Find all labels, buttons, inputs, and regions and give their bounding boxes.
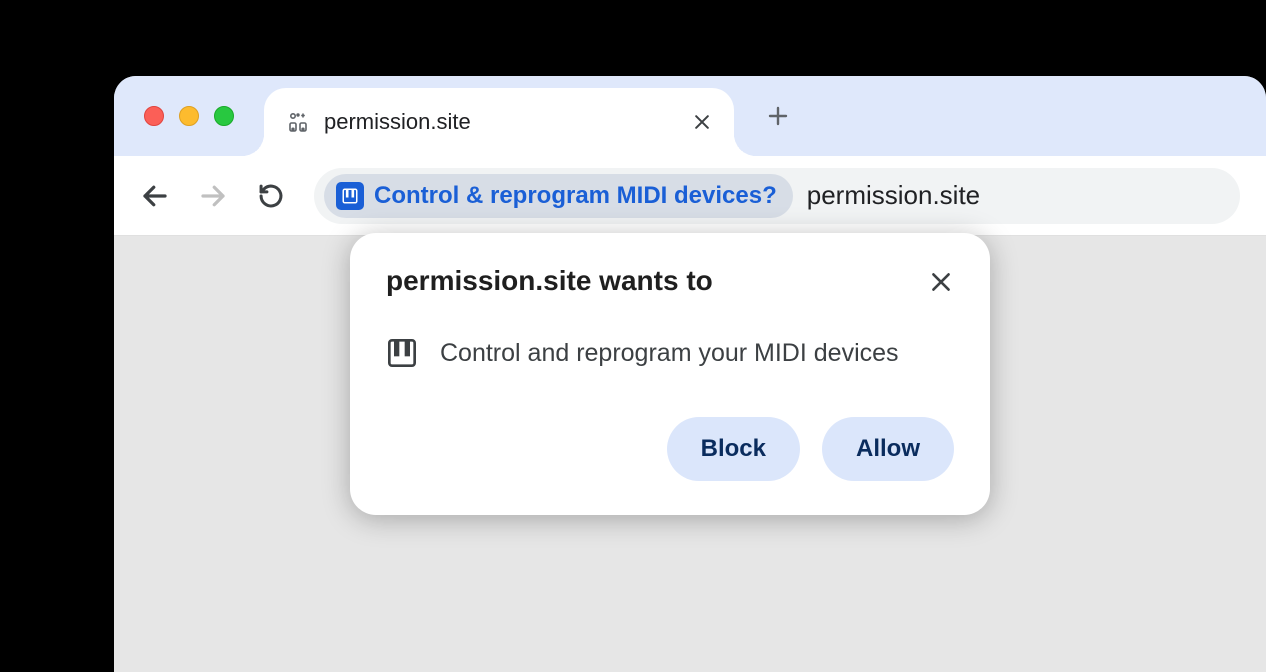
back-button[interactable]: [140, 181, 170, 211]
permission-prompt: permission.site wants to Control and rep…: [350, 233, 990, 515]
browser-tab[interactable]: permission.site: [264, 88, 734, 156]
toolbar: Control & reprogram MIDI devices? permis…: [114, 156, 1266, 236]
permission-chip-label: Control & reprogram MIDI devices?: [374, 182, 777, 210]
prompt-body: Control and reprogram your MIDI devices: [386, 337, 954, 369]
allow-button[interactable]: Allow: [822, 417, 954, 481]
prompt-body-text: Control and reprogram your MIDI devices: [440, 339, 899, 368]
close-window-button[interactable]: [144, 106, 164, 126]
forward-button[interactable]: [198, 181, 228, 211]
midi-chip-icon: [336, 182, 364, 210]
browser-window: permission.site: [114, 76, 1266, 672]
reload-button[interactable]: [256, 181, 286, 211]
maximize-window-button[interactable]: [214, 106, 234, 126]
midi-icon: [386, 337, 418, 369]
window-controls: [144, 106, 234, 126]
prompt-title: permission.site wants to: [386, 265, 713, 297]
tab-strip: permission.site: [114, 76, 1266, 156]
tab-title: permission.site: [324, 109, 678, 135]
close-prompt-button[interactable]: [928, 269, 954, 295]
prompt-header: permission.site wants to: [386, 265, 954, 297]
new-tab-button[interactable]: [766, 104, 790, 128]
url-text: permission.site: [807, 180, 980, 211]
address-bar[interactable]: Control & reprogram MIDI devices? permis…: [314, 168, 1240, 224]
permissions-favicon-icon: [286, 110, 310, 134]
permission-chip[interactable]: Control & reprogram MIDI devices?: [324, 174, 793, 218]
close-tab-button[interactable]: [692, 112, 712, 132]
minimize-window-button[interactable]: [179, 106, 199, 126]
prompt-actions: Block Allow: [386, 417, 954, 481]
block-button[interactable]: Block: [667, 417, 800, 481]
